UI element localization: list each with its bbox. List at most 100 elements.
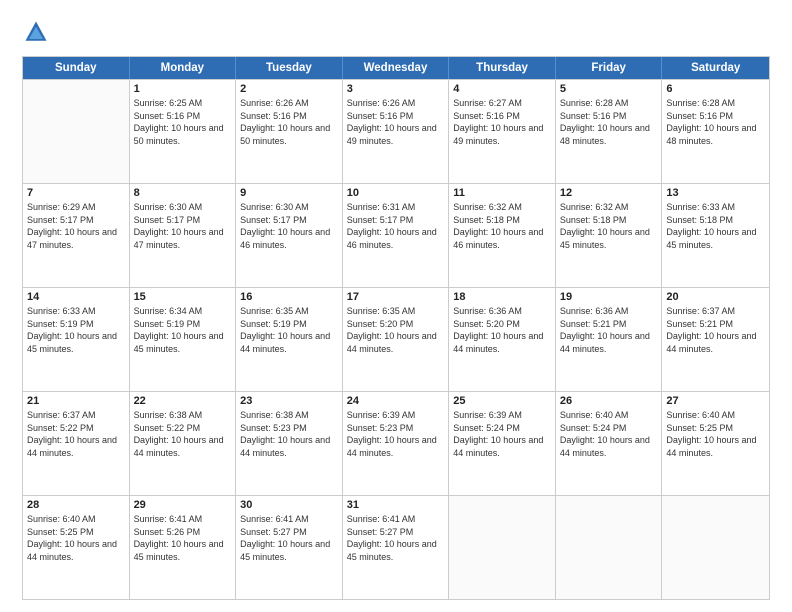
cal-cell: 4 Sunrise: 6:27 AMSunset: 5:16 PMDaylight… xyxy=(449,80,556,183)
cal-cell: 6 Sunrise: 6:28 AMSunset: 5:16 PMDaylight… xyxy=(662,80,769,183)
day-number: 20 xyxy=(666,291,765,303)
day-number: 26 xyxy=(560,395,658,407)
cal-cell xyxy=(23,80,130,183)
cal-header-sunday: Sunday xyxy=(23,57,130,79)
day-number: 24 xyxy=(347,395,445,407)
cal-cell xyxy=(449,496,556,599)
cal-cell: 17 Sunrise: 6:35 AMSunset: 5:20 PMDayligh… xyxy=(343,288,450,391)
day-info: Sunrise: 6:33 AMSunset: 5:19 PMDaylight:… xyxy=(27,305,125,355)
cal-header-monday: Monday xyxy=(130,57,237,79)
page: SundayMondayTuesdayWednesdayThursdayFrid… xyxy=(0,0,792,612)
day-info: Sunrise: 6:32 AMSunset: 5:18 PMDaylight:… xyxy=(560,201,658,251)
cal-cell: 21Sunrise: 6:37 AMSunset: 5:22 PMDayligh… xyxy=(23,392,130,495)
day-info: Sunrise: 6:36 AMSunset: 5:20 PMDaylight:… xyxy=(453,305,551,355)
cal-week-1: 1 Sunrise: 6:25 AMSunset: 5:16 PMDaylight… xyxy=(23,79,769,183)
cal-cell xyxy=(556,496,663,599)
day-info: Sunrise: 6:36 AMSunset: 5:21 PMDaylight:… xyxy=(560,305,658,355)
cal-week-4: 21Sunrise: 6:37 AMSunset: 5:22 PMDayligh… xyxy=(23,391,769,495)
cal-cell: 1 Sunrise: 6:25 AMSunset: 5:16 PMDaylight… xyxy=(130,80,237,183)
cal-cell: 25 Sunrise: 6:39 AMSunset: 5:24 PMDayligh… xyxy=(449,392,556,495)
cal-cell: 12 Sunrise: 6:32 AMSunset: 5:18 PMDayligh… xyxy=(556,184,663,287)
day-info: Sunrise: 6:40 AMSunset: 5:25 PMDaylight:… xyxy=(666,409,765,459)
day-number: 21 xyxy=(27,395,125,407)
header xyxy=(22,18,770,46)
day-number: 29 xyxy=(134,499,232,511)
cal-cell: 23Sunrise: 6:38 AMSunset: 5:23 PMDayligh… xyxy=(236,392,343,495)
cal-cell: 15 Sunrise: 6:34 AMSunset: 5:19 PMDayligh… xyxy=(130,288,237,391)
day-number: 28 xyxy=(27,499,125,511)
cal-cell: 11 Sunrise: 6:32 AMSunset: 5:18 PMDayligh… xyxy=(449,184,556,287)
day-info: Sunrise: 6:32 AMSunset: 5:18 PMDaylight:… xyxy=(453,201,551,251)
day-number: 2 xyxy=(240,83,338,95)
day-info: Sunrise: 6:39 AMSunset: 5:23 PMDaylight:… xyxy=(347,409,445,459)
day-info: Sunrise: 6:25 AMSunset: 5:16 PMDaylight:… xyxy=(134,97,232,147)
day-number: 12 xyxy=(560,187,658,199)
day-info: Sunrise: 6:40 AMSunset: 5:25 PMDaylight:… xyxy=(27,513,125,563)
cal-week-3: 14 Sunrise: 6:33 AMSunset: 5:19 PMDayligh… xyxy=(23,287,769,391)
day-number: 22 xyxy=(134,395,232,407)
cal-cell: 3Sunrise: 6:26 AMSunset: 5:16 PMDaylight… xyxy=(343,80,450,183)
day-info: Sunrise: 6:35 AMSunset: 5:20 PMDaylight:… xyxy=(347,305,445,355)
day-number: 4 xyxy=(453,83,551,95)
day-info: Sunrise: 6:41 AMSunset: 5:27 PMDaylight:… xyxy=(347,513,445,563)
logo-icon xyxy=(22,18,50,46)
calendar-body: 1 Sunrise: 6:25 AMSunset: 5:16 PMDaylight… xyxy=(23,79,769,599)
day-number: 14 xyxy=(27,291,125,303)
day-info: Sunrise: 6:26 AMSunset: 5:16 PMDaylight:… xyxy=(240,97,338,147)
day-number: 17 xyxy=(347,291,445,303)
day-number: 8 xyxy=(134,187,232,199)
day-number: 19 xyxy=(560,291,658,303)
day-number: 27 xyxy=(666,395,765,407)
day-info: Sunrise: 6:34 AMSunset: 5:19 PMDaylight:… xyxy=(134,305,232,355)
cal-cell: 24 Sunrise: 6:39 AMSunset: 5:23 PMDayligh… xyxy=(343,392,450,495)
day-info: Sunrise: 6:30 AMSunset: 5:17 PMDaylight:… xyxy=(240,201,338,251)
cal-cell: 10 Sunrise: 6:31 AMSunset: 5:17 PMDayligh… xyxy=(343,184,450,287)
calendar: SundayMondayTuesdayWednesdayThursdayFrid… xyxy=(22,56,770,600)
cal-cell: 13Sunrise: 6:33 AMSunset: 5:18 PMDayligh… xyxy=(662,184,769,287)
day-number: 25 xyxy=(453,395,551,407)
day-number: 6 xyxy=(666,83,765,95)
day-number: 10 xyxy=(347,187,445,199)
cal-cell xyxy=(662,496,769,599)
day-number: 15 xyxy=(134,291,232,303)
day-number: 1 xyxy=(134,83,232,95)
day-info: Sunrise: 6:39 AMSunset: 5:24 PMDaylight:… xyxy=(453,409,551,459)
cal-cell: 26 Sunrise: 6:40 AMSunset: 5:24 PMDayligh… xyxy=(556,392,663,495)
day-info: Sunrise: 6:38 AMSunset: 5:22 PMDaylight:… xyxy=(134,409,232,459)
day-info: Sunrise: 6:29 AMSunset: 5:17 PMDaylight:… xyxy=(27,201,125,251)
cal-header-thursday: Thursday xyxy=(449,57,556,79)
cal-cell: 19 Sunrise: 6:36 AMSunset: 5:21 PMDayligh… xyxy=(556,288,663,391)
day-info: Sunrise: 6:28 AMSunset: 5:16 PMDaylight:… xyxy=(666,97,765,147)
cal-cell: 20Sunrise: 6:37 AMSunset: 5:21 PMDayligh… xyxy=(662,288,769,391)
cal-cell: 27 Sunrise: 6:40 AMSunset: 5:25 PMDayligh… xyxy=(662,392,769,495)
logo xyxy=(22,18,54,46)
day-info: Sunrise: 6:40 AMSunset: 5:24 PMDaylight:… xyxy=(560,409,658,459)
cal-header-tuesday: Tuesday xyxy=(236,57,343,79)
cal-cell: 5 Sunrise: 6:28 AMSunset: 5:16 PMDaylight… xyxy=(556,80,663,183)
day-info: Sunrise: 6:30 AMSunset: 5:17 PMDaylight:… xyxy=(134,201,232,251)
cal-week-5: 28 Sunrise: 6:40 AMSunset: 5:25 PMDayligh… xyxy=(23,495,769,599)
day-number: 5 xyxy=(560,83,658,95)
day-number: 11 xyxy=(453,187,551,199)
day-number: 13 xyxy=(666,187,765,199)
cal-cell: 31Sunrise: 6:41 AMSunset: 5:27 PMDayligh… xyxy=(343,496,450,599)
cal-cell: 9 Sunrise: 6:30 AMSunset: 5:17 PMDaylight… xyxy=(236,184,343,287)
day-number: 16 xyxy=(240,291,338,303)
cal-cell: 14 Sunrise: 6:33 AMSunset: 5:19 PMDayligh… xyxy=(23,288,130,391)
cal-cell: 7 Sunrise: 6:29 AMSunset: 5:17 PMDaylight… xyxy=(23,184,130,287)
cal-header-wednesday: Wednesday xyxy=(343,57,450,79)
day-info: Sunrise: 6:41 AMSunset: 5:26 PMDaylight:… xyxy=(134,513,232,563)
cal-header-friday: Friday xyxy=(556,57,663,79)
cal-cell: 8 Sunrise: 6:30 AMSunset: 5:17 PMDaylight… xyxy=(130,184,237,287)
cal-cell: 22 Sunrise: 6:38 AMSunset: 5:22 PMDayligh… xyxy=(130,392,237,495)
cal-cell: 29 Sunrise: 6:41 AMSunset: 5:26 PMDayligh… xyxy=(130,496,237,599)
cal-cell: 18 Sunrise: 6:36 AMSunset: 5:20 PMDayligh… xyxy=(449,288,556,391)
day-number: 18 xyxy=(453,291,551,303)
day-info: Sunrise: 6:27 AMSunset: 5:16 PMDaylight:… xyxy=(453,97,551,147)
day-info: Sunrise: 6:31 AMSunset: 5:17 PMDaylight:… xyxy=(347,201,445,251)
day-number: 7 xyxy=(27,187,125,199)
day-number: 3 xyxy=(347,83,445,95)
day-info: Sunrise: 6:28 AMSunset: 5:16 PMDaylight:… xyxy=(560,97,658,147)
cal-header-saturday: Saturday xyxy=(662,57,769,79)
day-number: 9 xyxy=(240,187,338,199)
